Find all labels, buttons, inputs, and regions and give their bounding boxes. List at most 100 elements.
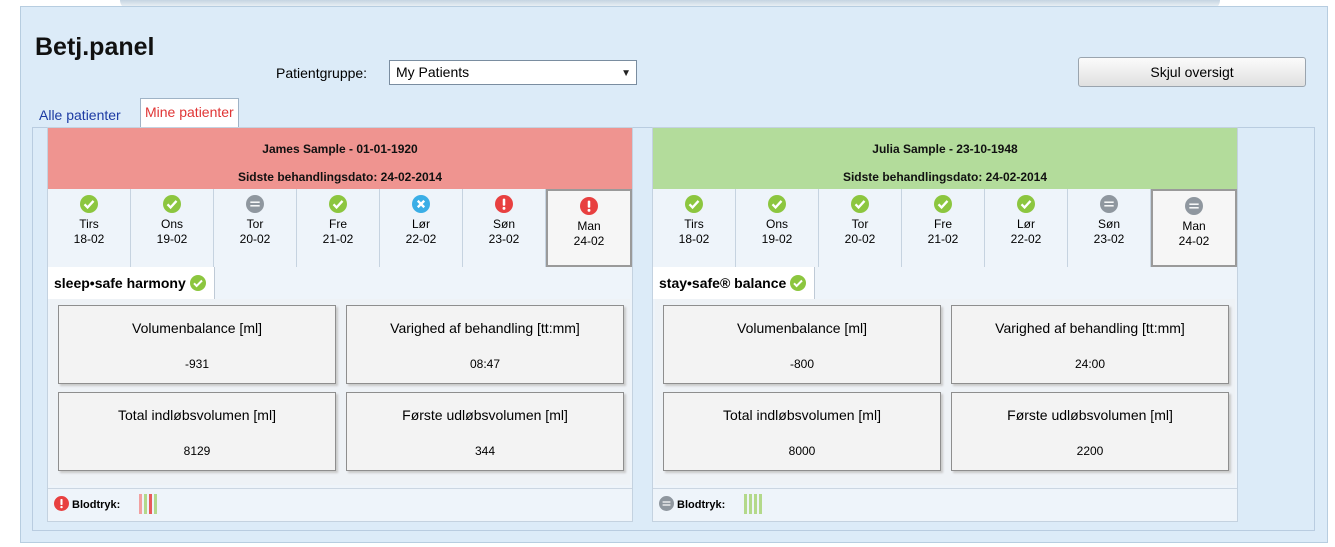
day-strip: Tirs 18-02 Ons 19-02 Tor 20-02 Fre 21-02 Lør 22-0… <box>48 189 632 267</box>
check-circle-icon <box>685 195 703 213</box>
day-name: Tirs <box>79 217 99 231</box>
last-treatment-date: Sidste behandlingsdato: 24-02-2014 <box>842 170 1048 184</box>
patient-card[interactable]: James Sample - 01-01-1920 Sidste behandl… <box>47 127 633 522</box>
therapy-tab[interactable]: stay•safe® balance <box>653 267 816 299</box>
day-name: Søn <box>492 217 515 231</box>
hide-overview-button[interactable]: Skjul oversigt <box>1078 57 1306 87</box>
alert-icon <box>580 197 598 215</box>
day-name: Fre <box>329 217 347 231</box>
metric-value: 8129 <box>183 444 211 458</box>
day-cell[interactable]: Lør 22-02 <box>985 189 1068 267</box>
check-circle-icon <box>189 275 206 291</box>
day-name: Lør <box>412 217 430 231</box>
day-name: Ons <box>160 217 183 231</box>
metric-value: 344 <box>474 444 496 458</box>
day-date: 24-02 <box>573 234 605 248</box>
day-cell[interactable]: Man 24-02 <box>546 189 632 267</box>
cancelled-icon <box>412 195 430 213</box>
patient-name: Julia Sample - 23-10-1948 <box>872 142 1018 156</box>
metrics-box: Volumenbalance [ml] -800 Varighed af beh… <box>655 299 1235 485</box>
day-name: Ons <box>765 217 788 231</box>
blood-pressure-bar <box>754 494 757 514</box>
blood-pressure-bars-icon[interactable] <box>744 494 762 514</box>
day-date: 22-02 <box>1010 232 1042 246</box>
metric-label: Første udløbsvolumen [ml] <box>1007 407 1173 423</box>
blood-pressure-bar <box>749 494 752 514</box>
metric-label: Volumenbalance [ml] <box>737 320 867 336</box>
therapy-strip: stay•safe® balance <box>653 267 1237 299</box>
day-date: 20-02 <box>239 232 271 246</box>
day-name: Man <box>577 219 601 233</box>
check-circle-icon <box>768 195 786 213</box>
day-cell[interactable]: Søn 23-02 <box>1068 189 1151 267</box>
day-date: 19-02 <box>761 232 793 246</box>
blood-pressure-footer: Blodtryk: <box>48 488 632 521</box>
day-name: Lør <box>1017 217 1035 231</box>
no-treatment-icon <box>246 195 264 213</box>
check-circle-icon <box>934 195 952 213</box>
no-treatment-icon <box>1100 195 1118 213</box>
day-name: Tor <box>246 217 264 231</box>
patient-card[interactable]: Julia Sample - 23-10-1948 Sidste behandl… <box>652 127 1238 522</box>
blood-pressure-bar <box>744 494 747 514</box>
day-cell[interactable]: Søn 23-02 <box>463 189 546 267</box>
day-date: 22-02 <box>405 232 437 246</box>
alert-icon <box>54 496 69 511</box>
day-date: 19-02 <box>156 232 188 246</box>
metric-value: 24:00 <box>1074 357 1106 371</box>
chevron-down-icon: ▼ <box>621 68 631 79</box>
blood-pressure-bar <box>759 494 762 514</box>
day-date: 18-02 <box>73 232 105 246</box>
day-name: Tirs <box>684 217 704 231</box>
metric-value: 2200 <box>1076 444 1104 458</box>
metric-treatment-duration: Varighed af behandling [tt:mm] 08:47 <box>346 305 624 384</box>
check-circle-icon <box>329 195 347 213</box>
patient-card-header: Julia Sample - 23-10-1948 Sidste behandl… <box>653 128 1237 189</box>
day-cell[interactable]: Fre 21-02 <box>902 189 985 267</box>
day-cell[interactable]: Tor 20-02 <box>214 189 297 267</box>
page-title: Betj.panel <box>35 33 155 61</box>
day-date: 23-02 <box>1093 232 1125 246</box>
day-cell[interactable]: Ons 19-02 <box>736 189 819 267</box>
metric-label: Total indløbsvolumen [ml] <box>723 407 881 423</box>
metric-value: -800 <box>789 357 815 371</box>
patient-group-select[interactable]: My Patients ▼ <box>389 60 637 85</box>
patient-card-header: James Sample - 01-01-1920 Sidste behandl… <box>48 128 632 189</box>
blood-pressure-label: Blodtryk: <box>677 499 726 511</box>
day-cell[interactable]: Tirs 18-02 <box>653 189 736 267</box>
metric-value: -931 <box>184 357 210 371</box>
metric-first-outflow: Første udløbsvolumen [ml] 344 <box>346 392 624 471</box>
therapy-tab[interactable]: sleep•safe harmony <box>48 267 215 299</box>
blood-pressure-bars-icon[interactable] <box>139 494 157 514</box>
day-date: 21-02 <box>927 232 959 246</box>
metric-volume-balance: Volumenbalance [ml] -800 <box>663 305 941 384</box>
day-name: Tor <box>851 217 869 231</box>
no-treatment-icon <box>1185 197 1203 215</box>
day-cell[interactable]: Fre 21-02 <box>297 189 380 267</box>
day-name: Fre <box>934 217 952 231</box>
check-circle-icon <box>80 195 98 213</box>
metric-label: Varighed af behandling [tt:mm] <box>995 320 1185 336</box>
no-treatment-icon <box>659 496 674 511</box>
day-cell[interactable]: Ons 19-02 <box>131 189 214 267</box>
blood-pressure-bar <box>149 494 152 514</box>
day-date: 21-02 <box>322 232 354 246</box>
day-cell[interactable]: Lør 22-02 <box>380 189 463 267</box>
check-circle-icon <box>851 195 869 213</box>
tab-all-patients[interactable]: Alle patienter <box>35 104 125 126</box>
day-strip: Tirs 18-02 Ons 19-02 Tor 20-02 Fre 21-02 Lør 22-0… <box>653 189 1237 267</box>
metric-volume-balance: Volumenbalance [ml] -931 <box>58 305 336 384</box>
day-date: 20-02 <box>844 232 876 246</box>
metric-value: 8000 <box>788 444 816 458</box>
tab-my-patients[interactable]: Mine patienter <box>140 98 239 128</box>
patient-group-value: My Patients <box>396 64 470 80</box>
day-cell[interactable]: Man 24-02 <box>1151 189 1237 267</box>
day-date: 18-02 <box>678 232 710 246</box>
therapy-name: sleep•safe harmony <box>54 275 186 291</box>
day-cell[interactable]: Tor 20-02 <box>819 189 902 267</box>
day-date: 23-02 <box>488 232 520 246</box>
metric-label: Volumenbalance [ml] <box>132 320 262 336</box>
blood-pressure-bar <box>144 494 147 514</box>
metric-first-outflow: Første udløbsvolumen [ml] 2200 <box>951 392 1229 471</box>
day-cell[interactable]: Tirs 18-02 <box>48 189 131 267</box>
